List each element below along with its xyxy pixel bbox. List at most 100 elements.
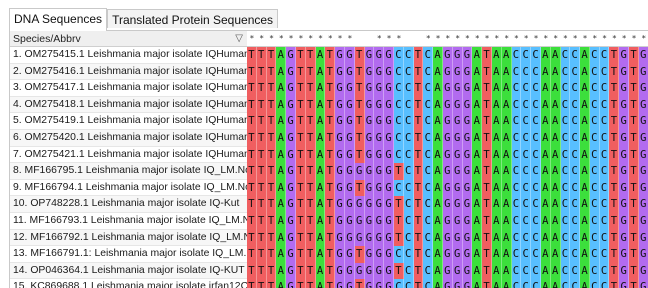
nucleotide-cell[interactable]: C — [531, 163, 541, 180]
nucleotide-cell[interactable]: G — [619, 80, 630, 97]
nucleotide-cell[interactable]: G — [442, 63, 453, 81]
nucleotide-cell[interactable]: T — [629, 229, 639, 247]
nucleotide-cell[interactable]: A — [472, 129, 483, 147]
nucleotide-cell[interactable]: G — [452, 129, 463, 147]
nucleotide-cell[interactable]: C — [599, 129, 610, 147]
nucleotide-cell[interactable]: T — [305, 279, 316, 288]
nucleotide-cell[interactable]: A — [472, 196, 483, 213]
nucleotide-cell[interactable]: A — [550, 179, 561, 197]
nucleotide-cell[interactable]: A — [433, 129, 443, 147]
nucleotide-cell[interactable]: C — [403, 246, 414, 263]
nucleotide-cell[interactable]: C — [531, 196, 541, 213]
nucleotide-cell[interactable]: A — [540, 262, 551, 280]
nucleotide-cell[interactable]: T — [482, 146, 492, 164]
nucleotide-cell[interactable]: G — [442, 229, 453, 247]
nucleotide-cell[interactable]: C — [560, 163, 571, 180]
nucleotide-cell[interactable]: C — [531, 246, 541, 263]
nucleotide-cell[interactable]: C — [599, 47, 610, 64]
nucleotide-cell[interactable]: G — [364, 246, 375, 263]
nucleotide-cell[interactable]: G — [344, 47, 355, 64]
nucleotide-cell[interactable]: T — [629, 96, 639, 114]
nucleotide-cell[interactable]: T — [482, 80, 492, 97]
nucleotide-cell[interactable]: A — [580, 146, 590, 164]
nucleotide-cell[interactable]: T — [295, 146, 306, 164]
nucleotide-cell[interactable]: T — [325, 80, 336, 97]
nucleotide-cell[interactable]: G — [462, 163, 473, 180]
nucleotide-cell[interactable]: A — [491, 80, 502, 97]
nucleotide-cell[interactable]: T — [256, 163, 267, 180]
nucleotide-cell[interactable]: C — [403, 179, 414, 197]
nucleotide-cell[interactable]: G — [286, 246, 296, 263]
nucleotide-cell[interactable]: T — [305, 163, 316, 180]
nucleotide-cell[interactable]: G — [452, 80, 463, 97]
nucleotide-cell[interactable]: T — [266, 146, 277, 164]
nucleotide-cell[interactable]: T — [295, 212, 306, 230]
nucleotide-cell[interactable]: A — [276, 279, 287, 288]
species-name-row[interactable]: 3. OM275417.1 Leishmania major isolate I… — [10, 80, 247, 97]
nucleotide-cell[interactable]: C — [531, 80, 541, 97]
nucleotide-cell[interactable]: A — [501, 163, 512, 180]
nucleotide-cell[interactable]: A — [580, 196, 590, 213]
nucleotide-cell[interactable]: G — [374, 163, 385, 180]
nucleotide-cell[interactable]: C — [423, 179, 434, 197]
nucleotide-cell[interactable]: T — [413, 262, 424, 280]
nucleotide-cell[interactable]: A — [276, 262, 287, 280]
nucleotide-cell[interactable]: G — [286, 196, 296, 213]
nucleotide-cell[interactable]: C — [423, 212, 434, 230]
nucleotide-cell[interactable]: C — [560, 80, 571, 97]
nucleotide-cell[interactable]: T — [256, 129, 267, 147]
nucleotide-cell[interactable]: T — [609, 96, 620, 114]
nucleotide-cell[interactable]: C — [521, 212, 532, 230]
species-name-row[interactable]: 15. KC869688.1 Leishmania major isolate … — [10, 279, 247, 288]
nucleotide-cell[interactable]: T — [482, 47, 492, 64]
nucleotide-cell[interactable]: G — [442, 96, 453, 114]
nucleotide-cell[interactable]: G — [452, 229, 463, 247]
nucleotide-cell[interactable]: T — [393, 196, 404, 213]
nucleotide-cell[interactable]: G — [462, 47, 473, 64]
nucleotide-cell[interactable]: A — [501, 246, 512, 263]
nucleotide-cell[interactable]: T — [325, 212, 336, 230]
nucleotide-cell[interactable]: A — [550, 129, 561, 147]
nucleotide-cell[interactable]: T — [354, 146, 365, 164]
nucleotide-cell[interactable]: C — [589, 163, 600, 180]
nucleotide-cell[interactable]: A — [540, 229, 551, 247]
nucleotide-cell[interactable]: T — [305, 246, 316, 263]
nucleotide-cell[interactable]: A — [501, 113, 512, 130]
nucleotide-cell[interactable]: T — [247, 279, 257, 288]
nucleotide-cell[interactable]: A — [276, 179, 287, 197]
nucleotide-cell[interactable]: G — [374, 262, 385, 280]
nucleotide-cell[interactable]: C — [570, 47, 581, 64]
nucleotide-cell[interactable]: A — [501, 212, 512, 230]
nucleotide-cell[interactable]: G — [384, 129, 394, 147]
nucleotide-cell[interactable]: T — [413, 146, 424, 164]
nucleotide-cell[interactable]: G — [286, 146, 296, 164]
nucleotide-cell[interactable]: C — [521, 179, 532, 197]
nucleotide-cell[interactable]: G — [286, 279, 296, 288]
nucleotide-cell[interactable]: C — [560, 196, 571, 213]
nucleotide-cell[interactable]: A — [580, 229, 590, 247]
nucleotide-cell[interactable]: G — [384, 246, 394, 263]
nucleotide-cell[interactable]: G — [335, 47, 345, 64]
nucleotide-cell[interactable]: A — [472, 179, 483, 197]
nucleotide-cell[interactable]: C — [589, 229, 600, 247]
nucleotide-cell[interactable]: A — [550, 113, 561, 130]
nucleotide-cell[interactable]: G — [286, 96, 296, 114]
nucleotide-cell[interactable]: G — [335, 80, 345, 97]
nucleotide-cell[interactable]: C — [531, 179, 541, 197]
nucleotide-cell[interactable]: T — [256, 47, 267, 64]
nucleotide-cell[interactable]: A — [491, 262, 502, 280]
nucleotide-cell[interactable]: G — [344, 113, 355, 130]
nucleotide-cell[interactable]: G — [452, 262, 463, 280]
nucleotide-cell[interactable]: T — [354, 63, 365, 81]
nucleotide-cell[interactable]: C — [403, 47, 414, 64]
nucleotide-cell[interactable]: G — [344, 129, 355, 147]
nucleotide-cell[interactable]: T — [413, 212, 424, 230]
nucleotide-cell[interactable]: G — [344, 63, 355, 81]
nucleotide-cell[interactable]: G — [344, 96, 355, 114]
nucleotide-cell[interactable]: C — [393, 63, 404, 81]
nucleotide-cell[interactable]: A — [491, 196, 502, 213]
nucleotide-cell[interactable]: C — [599, 246, 610, 263]
nucleotide-cell[interactable]: C — [511, 262, 522, 280]
nucleotide-cell[interactable]: A — [501, 196, 512, 213]
nucleotide-cell[interactable]: T — [609, 246, 620, 263]
